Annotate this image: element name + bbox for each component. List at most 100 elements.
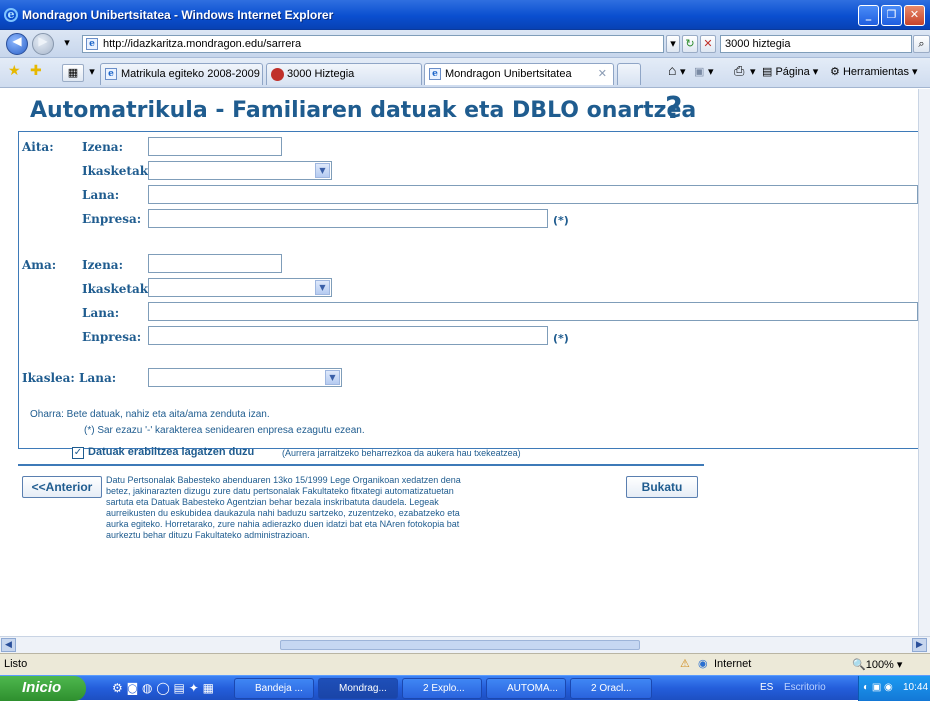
feeds-dropdown-icon[interactable]: ▾: [708, 65, 714, 78]
scroll-thumb[interactable]: [280, 640, 640, 650]
consent-checkbox[interactable]: ✓: [72, 447, 84, 459]
ama-required-mark: (*): [553, 332, 569, 345]
task-oracle[interactable]: 2 Oracl...: [570, 678, 652, 699]
address-bar: ◀ ▶ ▾ e http://idazkaritza.mondragon.edu…: [0, 30, 930, 58]
note-text: Oharra: Bete datuak, nahiz eta aita/ama …: [30, 409, 270, 420]
chevron-down-icon: ▼: [325, 370, 340, 385]
tabs-bar: ★ ✚ ▦ ▾ e Matrikula egiteko 2008-2009 ..…: [0, 58, 930, 88]
quick-tabs-icon[interactable]: ▦: [62, 64, 84, 82]
divider: [18, 464, 704, 466]
add-favorites-icon[interactable]: ✚: [30, 64, 42, 78]
title-bar: e Mondragon Unibertsitatea - Windows Int…: [0, 0, 930, 30]
zoom-value: 100%: [865, 659, 894, 671]
task-automa[interactable]: AUTOMA...: [486, 678, 566, 699]
page-menu[interactable]: ▤ Página ▾: [762, 65, 818, 78]
scroll-right-icon[interactable]: ▶: [912, 638, 927, 652]
gear-icon: ⚙: [830, 66, 840, 78]
tab-hiztegia[interactable]: 3000 Hiztegia: [266, 63, 422, 85]
anterior-button[interactable]: <<Anterior: [22, 476, 102, 498]
aita-section-label: Aita:: [22, 140, 54, 154]
ikaslea-lana-select[interactable]: ▼: [148, 368, 342, 387]
url-field[interactable]: e http://idazkaritza.mondragon.edu/sarre…: [82, 35, 664, 53]
forward-button[interactable]: ▶: [32, 33, 54, 55]
quick-launch-icons[interactable]: ⚙ ◙ ◍ ◯ ▤ ✦ ▦: [112, 681, 214, 695]
ama-lana-input[interactable]: [148, 302, 918, 321]
minimize-button[interactable]: _: [858, 5, 879, 26]
aita-required-mark: (*): [553, 214, 569, 227]
hiztegia-logo-icon: [271, 68, 284, 81]
ama-enpresa-input[interactable]: [148, 326, 548, 345]
new-tab-button[interactable]: [617, 63, 641, 85]
page-icon: e: [429, 68, 441, 80]
consent-hint: (Aurrera jarraitzeko beharrezkoa da auke…: [282, 448, 521, 458]
ama-izena-label: Izena:: [82, 258, 123, 272]
security-warning-icon: ⚠: [680, 658, 690, 670]
aita-enpresa-label: Enpresa:: [82, 212, 142, 226]
home-dropdown-icon[interactable]: ▾: [680, 65, 686, 78]
search-input[interactable]: 3000 hiztegia: [720, 35, 912, 53]
aita-lana-label: Lana:: [82, 188, 120, 202]
ama-ikasketak-select[interactable]: ▼: [148, 278, 332, 297]
aita-ikasketak-label: Ikasketak:: [82, 164, 153, 178]
task-mondrag[interactable]: Mondrag...: [318, 678, 398, 699]
favorites-star-icon[interactable]: ★: [8, 64, 21, 78]
aita-ikasketak-select[interactable]: ▼: [148, 161, 332, 180]
legal-notice: Datu Pertsonalak Babesteko abenduaren 13…: [106, 475, 461, 540]
help-icon[interactable]: ?: [665, 91, 682, 126]
page-menu-label: Página: [775, 66, 810, 78]
tab-label: 3000 Hiztegia: [287, 68, 355, 80]
bukatu-button[interactable]: Bukatu: [626, 476, 698, 498]
zone-text: Internet: [714, 658, 752, 670]
tab-close-icon[interactable]: ✕: [598, 64, 607, 84]
ama-lana-label: Lana:: [82, 306, 120, 320]
start-button[interactable]: Inicio: [0, 676, 86, 701]
search-icon[interactable]: ⌕: [913, 35, 930, 53]
chevron-down-icon: ▼: [315, 163, 330, 178]
language-indicator[interactable]: ES: [760, 682, 773, 693]
tab-list-icon[interactable]: ▾: [86, 64, 98, 82]
page-icon: e: [105, 68, 117, 80]
refresh-icon[interactable]: ↻: [682, 35, 698, 53]
home-icon[interactable]: ⌂: [668, 62, 676, 78]
desktop-toolbar[interactable]: Escritorio: [784, 682, 826, 693]
required-note-text: (*) Sar ezazu '-' karakterea senidearen …: [84, 425, 365, 436]
print-dropdown-icon[interactable]: ▾: [750, 65, 756, 78]
close-button[interactable]: ✕: [904, 5, 925, 26]
page-icon: e: [86, 38, 98, 50]
horizontal-scrollbar[interactable]: ◀ ▶: [0, 636, 930, 653]
tab-matrikula[interactable]: e Matrikula egiteko 2008-2009 ...: [100, 63, 263, 85]
scroll-left-icon[interactable]: ◀: [1, 638, 16, 652]
vertical-scrollbar[interactable]: [918, 89, 930, 636]
status-bar: Listo ⚠ ◉ Internet 🔍100% ▾: [0, 653, 930, 675]
clock: 10:44: [903, 682, 929, 693]
task-bandeja[interactable]: Bandeja ...: [234, 678, 314, 699]
chevron-down-icon: ▼: [315, 280, 330, 295]
ikaslea-lana-label: Ikaslea: Lana:: [22, 371, 117, 385]
maximize-button[interactable]: ❐: [881, 5, 902, 26]
back-button[interactable]: ◀: [6, 33, 28, 55]
ama-enpresa-label: Enpresa:: [82, 330, 142, 344]
start-label: Inicio: [22, 679, 62, 696]
ama-ikasketak-label: Ikasketak:: [82, 282, 153, 296]
url-dropdown-icon[interactable]: ▾: [666, 35, 680, 53]
tab-mondragon[interactable]: e Mondragon Unibertsitatea ✕: [424, 63, 614, 85]
tray-icons[interactable]: ◐ ▣ ◉: [859, 682, 893, 693]
feeds-icon[interactable]: ▣: [694, 65, 704, 78]
history-dropdown-icon[interactable]: ▾: [60, 35, 74, 53]
ie-logo-icon: e: [4, 8, 18, 22]
ama-izena-input[interactable]: [148, 254, 282, 273]
system-tray: ◐ ▣ ◉ 10:44: [858, 676, 930, 701]
stop-icon[interactable]: ✕: [700, 35, 716, 53]
task-explorer[interactable]: 2 Explo...: [402, 678, 482, 699]
status-text: Listo: [4, 658, 28, 670]
zoom-level[interactable]: 🔍100% ▾: [852, 658, 902, 671]
page-content: Automatrikula - Familiaren datuak eta DB…: [0, 89, 918, 636]
tools-menu[interactable]: ⚙ Herramientas ▾: [830, 65, 918, 78]
aita-izena-label: Izena:: [82, 140, 123, 154]
aita-izena-input[interactable]: [148, 137, 282, 156]
url-text: http://idazkaritza.mondragon.edu/sarrera: [103, 38, 302, 50]
print-icon[interactable]: ⎙: [734, 63, 744, 79]
aita-lana-input[interactable]: [148, 185, 918, 204]
window-title: Mondragon Unibertsitatea - Windows Inter…: [22, 8, 334, 22]
aita-enpresa-input[interactable]: [148, 209, 548, 228]
